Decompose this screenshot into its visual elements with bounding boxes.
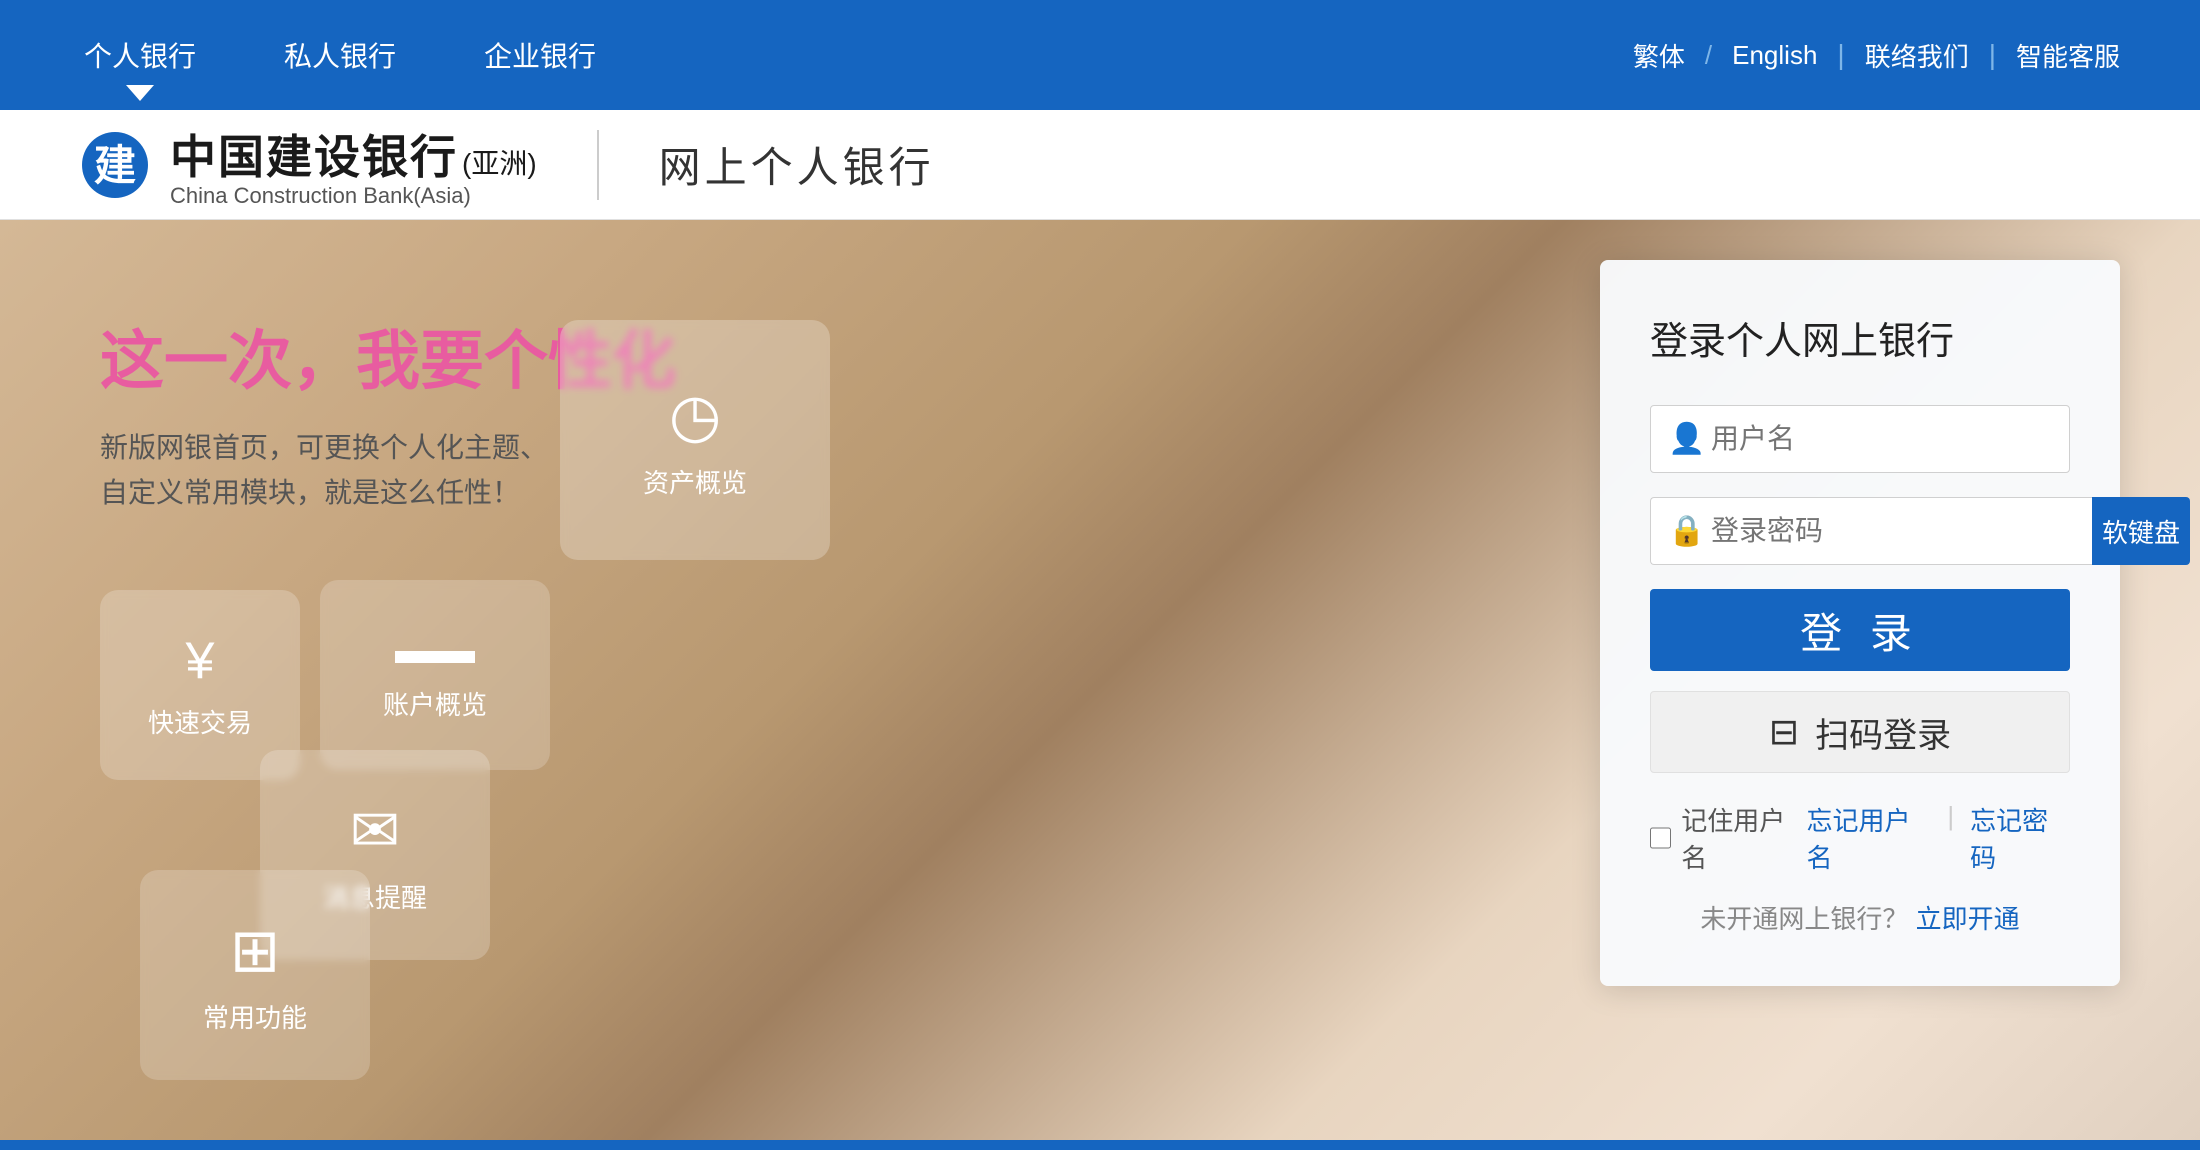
feature-common-functions[interactable]: ⊞ 常用功能 [140, 870, 370, 1080]
login-links: 忘记用户名 | 忘记密码 [1807, 801, 2071, 875]
top-navigation: 个人银行 私人银行 企业银行 繁体 / English | 联络我们 | 智能客… [0, 0, 2200, 110]
lang-traditional[interactable]: 繁体 [1633, 37, 1685, 74]
message-icon: ✉ [350, 796, 400, 866]
logo-divider [597, 130, 599, 200]
links-divider: | [1947, 801, 1954, 875]
feature-icons: 这一次，我要个性化 新版网银首页，可更换个人化主题、自定义常用模块，就是这么任性… [80, 280, 980, 1080]
bank-name-en: China Construction Bank(Asia) [170, 183, 537, 209]
lang-english[interactable]: English [1732, 40, 1817, 71]
asset-icon: ◷ [669, 381, 721, 451]
forgot-username-link[interactable]: 忘记用户名 [1807, 801, 1932, 875]
bank-name-asia: (亚洲) [462, 142, 537, 182]
common-icon: ⊞ [230, 916, 280, 986]
soft-keyboard-button[interactable]: 软键盘 [2092, 497, 2190, 565]
register-prompt: 未开通网上银行？ [1700, 904, 1908, 934]
lock-icon: 🔒 [1668, 514, 1705, 549]
login-options: 记住用户名 忘记用户名 | 忘记密码 [1650, 801, 2070, 875]
bank-logo-icon: 建 [80, 130, 150, 200]
nav-divider-1: | [1837, 39, 1844, 71]
feature-account-overview[interactable]: ▬▬ 账户概览 [320, 580, 550, 770]
nav-smart-service[interactable]: 智能客服 [2016, 37, 2120, 74]
main-content: 这一次，我要个性化 新版网银首页，可更换个人化主题、自定义常用模块，就是这么任性… [0, 220, 2200, 1150]
nav-divider-2: | [1989, 39, 1996, 71]
qr-login-button[interactable]: ⊟ 扫码登录 [1650, 691, 2070, 773]
quick-icon: ¥ [186, 631, 215, 691]
nav-right: 繁体 / English | 联络我们 | 智能客服 [1633, 37, 2120, 74]
bank-name-cn: 中国建设银行 [170, 121, 458, 187]
qr-login-label: 扫码登录 [1815, 708, 1951, 757]
remember-me-label[interactable]: 记住用户名 [1650, 801, 1807, 875]
common-label: 常用功能 [203, 998, 307, 1035]
logo-subtitle: 网上个人银行 [659, 134, 935, 195]
remember-checkbox[interactable] [1650, 827, 1671, 849]
logo-area: 建 中国建设银行 (亚洲) China Construction Bank(As… [80, 121, 935, 209]
nav-corporate-banking[interactable]: 企业银行 [480, 27, 600, 83]
qr-code-icon: ⊟ [1769, 711, 1799, 753]
remember-me-text: 记住用户名 [1681, 801, 1806, 875]
nav-contact[interactable]: 联络我们 [1865, 37, 1969, 74]
password-wrapper: 🔒 软键盘 [1650, 497, 2070, 565]
password-input[interactable] [1650, 497, 2092, 565]
username-wrapper: 👤 [1650, 405, 2070, 473]
login-button[interactable]: 登 录 [1650, 589, 2070, 671]
login-panel: 登录个人网上银行 👤 🔒 软键盘 登 录 ⊟ 扫码登录 记住用户名 [1600, 260, 2120, 986]
slash-divider: / [1705, 40, 1712, 71]
feature-asset-overview[interactable]: ◷ 资产概览 [560, 320, 830, 560]
nav-left: 个人银行 私人银行 企业银行 [80, 27, 600, 83]
register-link[interactable]: 立即开通 [1916, 904, 2020, 934]
svg-text:建: 建 [94, 142, 136, 189]
register-area: 未开通网上银行？ 立即开通 [1650, 899, 2070, 936]
asset-label: 资产概览 [643, 463, 747, 500]
logo-bar: 建 中国建设银行 (亚洲) China Construction Bank(As… [0, 110, 2200, 220]
quick-label: 快速交易 [148, 703, 252, 740]
forgot-password-link[interactable]: 忘记密码 [1970, 801, 2070, 875]
username-input[interactable] [1650, 405, 2070, 473]
nav-private-banking[interactable]: 私人银行 [280, 27, 400, 83]
login-title: 登录个人网上银行 [1650, 310, 2070, 365]
user-icon: 👤 [1668, 422, 1705, 457]
nav-personal-banking[interactable]: 个人银行 [80, 27, 200, 83]
hero-bottom-bar [0, 1140, 2200, 1150]
logo-text-area: 中国建设银行 (亚洲) China Construction Bank(Asia… [170, 121, 537, 209]
account-icon: ▬▬ [395, 628, 475, 673]
account-label: 账户概览 [383, 685, 487, 722]
